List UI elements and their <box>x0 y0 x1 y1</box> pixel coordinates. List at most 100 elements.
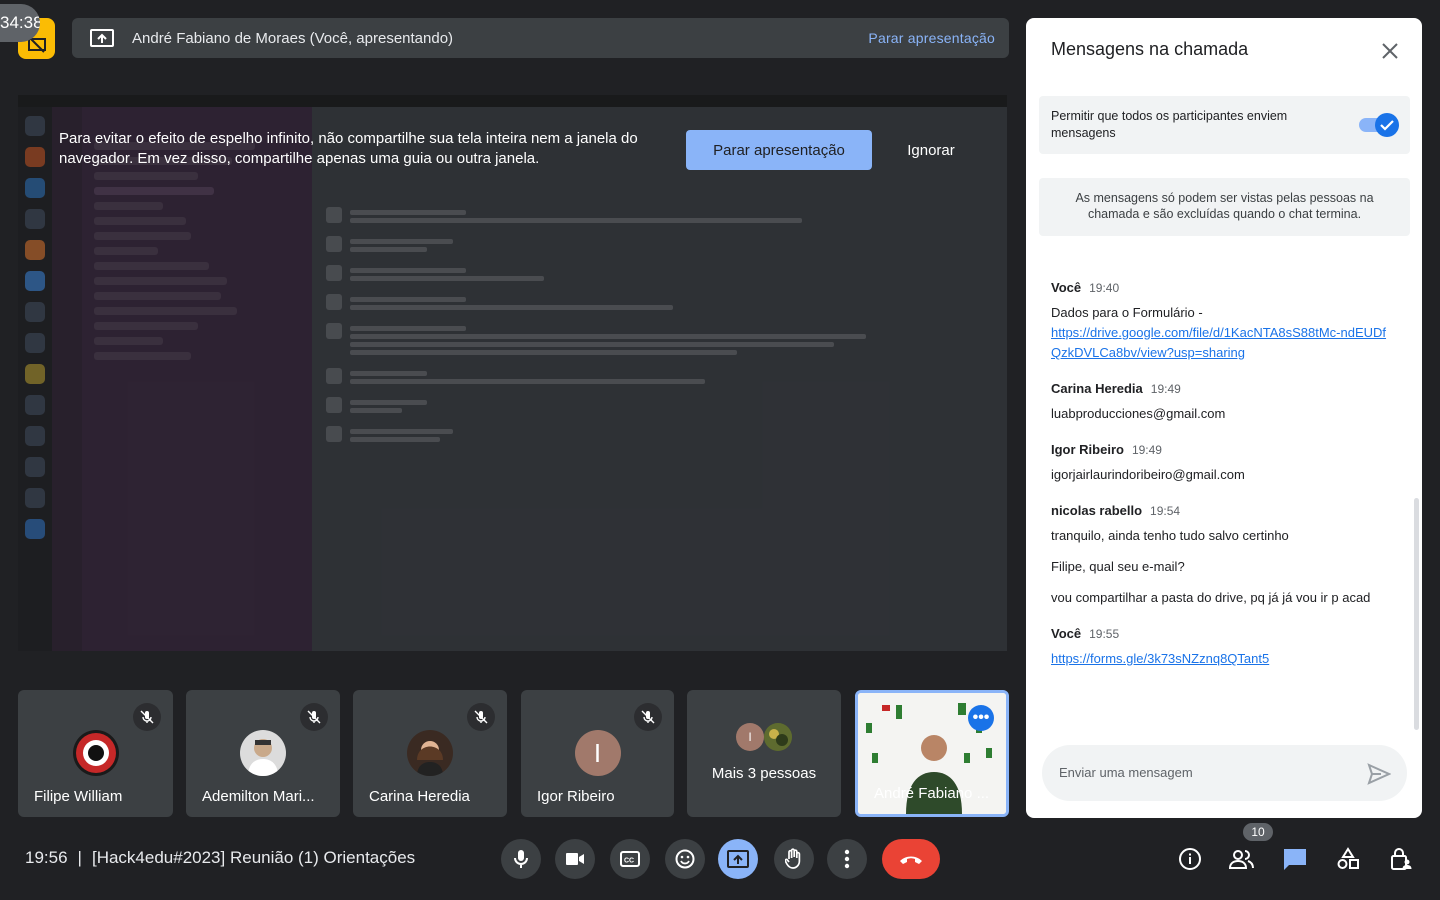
more-vert-icon <box>844 849 850 869</box>
close-icon <box>1382 43 1398 59</box>
participant-name: Carina Heredia <box>369 788 470 805</box>
reactions-button[interactable] <box>665 839 705 879</box>
presenting-bar: André Fabiano de Moraes (Você, apresenta… <box>72 18 1009 58</box>
message-time: 19:55 <box>1089 627 1120 641</box>
call-timer: 34:38 <box>0 4 40 42</box>
mic-off-icon <box>300 703 328 731</box>
allow-messages-label: Permitir que todos os participantes envi… <box>1051 109 1288 140</box>
camera-button[interactable] <box>555 839 595 879</box>
host-controls-button[interactable] <box>1386 844 1416 874</box>
avatar: I <box>736 723 764 751</box>
message-link[interactable]: https://forms.gle/3k73sNZznq8QTant5 <box>1051 649 1391 669</box>
mic-icon <box>514 850 528 868</box>
message-sender: Você <box>1051 280 1082 295</box>
avatar <box>72 730 119 776</box>
chat-scrollbar[interactable] <box>1414 498 1419 730</box>
chat-messages: Você 19:40 Dados para o Formulário - http… <box>1051 280 1391 687</box>
hand-icon <box>785 848 801 869</box>
info-icon <box>1179 848 1201 870</box>
shapes-icon <box>1337 847 1359 869</box>
participant-tile[interactable]: I Igor Ribeiro <box>521 690 674 817</box>
avatar <box>407 730 453 776</box>
meeting-separator: | <box>77 848 82 867</box>
message-sender: Igor Ribeiro <box>1051 442 1124 457</box>
more-options-button[interactable] <box>827 839 867 879</box>
avatar <box>240 730 286 776</box>
avatar <box>764 723 792 751</box>
message-sender: Carina Heredia <box>1051 381 1143 396</box>
message-text: vou compartilhar a pasta do drive, pq já… <box>1051 590 1371 605</box>
infinite-mirror-warning: Para evitar o efeito de espelho infinito… <box>59 130 638 167</box>
message-sender: Você <box>1051 626 1082 641</box>
message-time: 19:49 <box>1131 443 1162 457</box>
chat-message: Você 19:40 Dados para o Formulário - http… <box>1051 280 1391 363</box>
mic-off-icon <box>634 703 662 731</box>
people-count-badge: 10 <box>1243 823 1273 841</box>
message-input[interactable] <box>1059 762 1349 782</box>
hang-up-icon <box>900 856 922 864</box>
allow-messages-toggle[interactable] <box>1357 113 1399 137</box>
participant-tile[interactable]: Carina Heredia <box>353 690 507 817</box>
chat-message: nicolas rabello 19:54 tranquilo, ainda te… <box>1051 503 1391 608</box>
send-button[interactable] <box>1367 763 1392 785</box>
more-options-icon[interactable]: ••• <box>968 705 994 731</box>
microphone-button[interactable] <box>501 839 541 879</box>
message-text: igorjairlaurindoribeiro@gmail.com <box>1051 467 1245 482</box>
message-text: Dados para o Formulário - <box>1051 305 1203 320</box>
emoji-icon <box>675 849 695 869</box>
avatar: I <box>574 730 621 776</box>
send-icon <box>1367 763 1392 785</box>
chat-message: Você 19:55 https://forms.gle/3k73sNZznq8Q… <box>1051 626 1391 669</box>
chat-icon <box>1284 849 1306 870</box>
video-camera-icon <box>566 853 584 865</box>
people-button[interactable] <box>1227 844 1257 874</box>
chat-button[interactable] <box>1280 844 1310 874</box>
message-link[interactable]: https://drive.google.com/file/d/1KacNTA8… <box>1051 323 1391 363</box>
message-time: 19:49 <box>1150 382 1181 396</box>
captions-button[interactable]: CC <box>610 839 650 879</box>
mic-off-icon <box>467 703 495 731</box>
message-time: 19:54 <box>1150 504 1181 518</box>
message-sender: nicolas rabello <box>1051 503 1143 518</box>
meeting-details-button[interactable] <box>1175 844 1205 874</box>
present-screen-icon <box>90 28 114 48</box>
chat-message: Igor Ribeiro 19:49 igorjairlaurindoribeir… <box>1051 442 1391 485</box>
close-chat-button[interactable] <box>1377 38 1403 64</box>
end-call-button[interactable] <box>882 839 940 879</box>
participant-tile[interactable]: Ademilton Mari... <box>186 690 340 817</box>
meeting-info: 19:56 | [Hack4edu#2023] Reunião (1) Orient… <box>25 848 415 868</box>
present-button[interactable] <box>718 839 758 879</box>
more-participants-label: Mais 3 pessoas <box>711 765 817 782</box>
presenter-name: André Fabiano de Moraes (Você, apresenta… <box>132 29 454 47</box>
stop-presenting-link[interactable]: Parar apresentação <box>868 30 995 46</box>
participant-name: Filipe William <box>34 788 123 805</box>
message-text: Filipe, qual seu e-mail? <box>1051 559 1185 574</box>
allow-messages-setting: Permitir que todos os participantes envi… <box>1039 96 1410 154</box>
message-text: luabproducciones@gmail.com <box>1051 406 1226 421</box>
bottom-bar: 19:56 | [Hack4edu#2023] Reunião (1) Orient… <box>0 823 1440 900</box>
svg-text:CC: CC <box>624 858 634 865</box>
people-icon <box>1228 850 1254 869</box>
stop-presenting-button[interactable]: Parar apresentação <box>686 130 872 170</box>
participant-name: André Fabiano ... <box>874 785 990 802</box>
message-time: 19:40 <box>1089 281 1120 295</box>
ignore-warning-button[interactable]: Ignorar <box>886 130 976 170</box>
closed-captions-icon: CC <box>620 851 640 867</box>
check-icon <box>1380 120 1394 131</box>
chat-title: Mensagens na chamada <box>1051 39 1249 59</box>
raise-hand-button[interactable] <box>774 839 814 879</box>
message-text: tranquilo, ainda tenho tudo salvo certin… <box>1051 528 1289 543</box>
meeting-time: 19:56 <box>25 848 68 867</box>
lock-person-icon <box>1391 848 1412 870</box>
self-view-tile[interactable]: ••• André Fabiano ... <box>855 690 1009 817</box>
activities-button[interactable] <box>1333 844 1363 874</box>
message-composer <box>1042 745 1407 801</box>
participant-tile[interactable]: Filipe William <box>18 690 173 817</box>
participant-name: Ademilton Mari... <box>202 788 315 805</box>
more-participants-tile[interactable]: I Mais 3 pessoas <box>687 690 841 817</box>
present-screen-icon <box>727 850 749 868</box>
chat-message: Carina Heredia 19:49 luabproducciones@gma… <box>1051 381 1391 424</box>
mic-off-icon <box>133 703 161 731</box>
shared-screen: Para evitar o efeito de espelho infinito… <box>18 95 1007 651</box>
chat-panel: Mensagens na chamada Permitir que todos … <box>1026 18 1422 818</box>
